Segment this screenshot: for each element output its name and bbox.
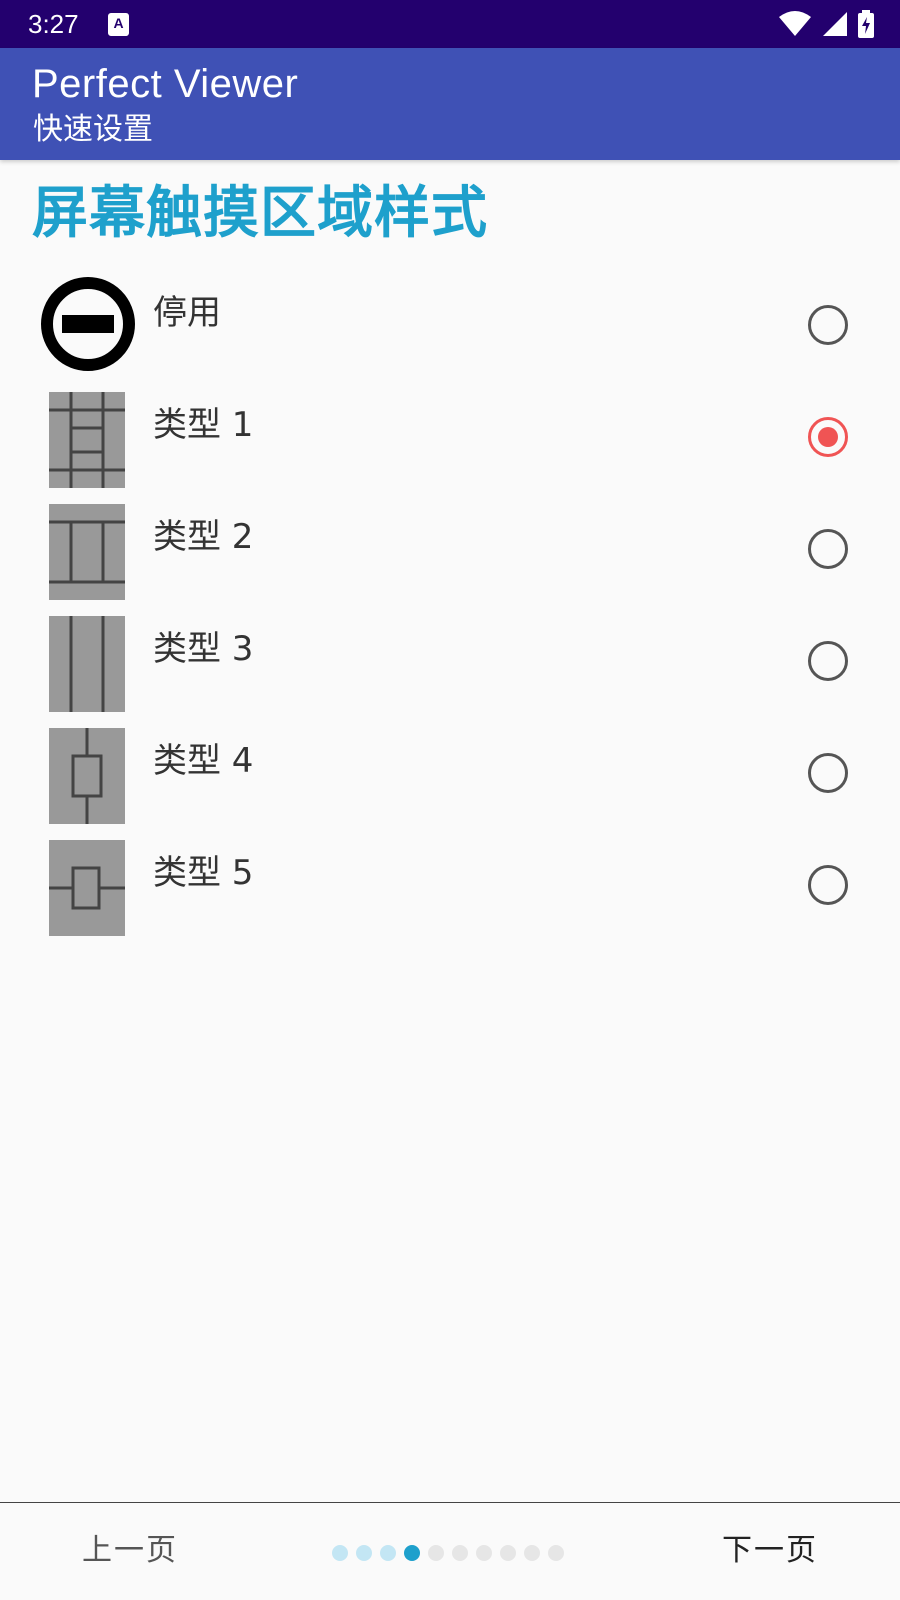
- page-dot: [524, 1545, 540, 1561]
- option-label: 类型 3: [153, 629, 254, 669]
- battery-charging-icon: [858, 10, 874, 38]
- option-label: 类型 4: [153, 741, 254, 781]
- app-subtitle: 快速设置: [33, 112, 153, 147]
- status-bar: 3:27 A: [0, 0, 900, 48]
- page-dot: [476, 1545, 492, 1561]
- page-dot-current: [404, 1545, 420, 1561]
- option-label: 类型 5: [153, 853, 254, 893]
- page-dot: [356, 1545, 372, 1561]
- app-bar: Perfect Viewer 快速设置: [0, 48, 900, 160]
- touch-layout-type4-icon: [49, 728, 125, 824]
- touch-area-style-list: 停用 类型 1 类型 2 类型 3 类型 4 类型 5: [0, 268, 900, 940]
- page-indicator: [332, 1544, 564, 1562]
- page-dot: [548, 1545, 564, 1561]
- bottom-navigation-bar: 上一页 下一页: [0, 1502, 900, 1600]
- page-dot: [332, 1545, 348, 1561]
- radio-button[interactable]: [808, 529, 848, 569]
- touch-layout-type3-icon: [49, 616, 125, 712]
- page-dot: [452, 1545, 468, 1561]
- section-title: 屏幕触摸区域样式: [32, 181, 488, 246]
- option-label: 类型 2: [153, 517, 254, 557]
- option-row-type-1[interactable]: 类型 1: [0, 380, 900, 492]
- radio-button-selected[interactable]: [808, 417, 848, 457]
- option-row-type-5[interactable]: 类型 5: [0, 828, 900, 940]
- touch-layout-type2-icon: [49, 504, 125, 600]
- option-row-type-3[interactable]: 类型 3: [0, 604, 900, 716]
- keyboard-notification-icon: A: [108, 13, 129, 36]
- wifi-icon: [779, 11, 811, 36]
- app-title: Perfect Viewer: [32, 62, 299, 106]
- radio-button[interactable]: [808, 865, 848, 905]
- touch-layout-type5-icon: [49, 840, 125, 936]
- previous-page-button[interactable]: 上一页: [60, 1529, 200, 1573]
- next-page-button[interactable]: 下一页: [700, 1529, 840, 1573]
- cell-signal-icon: [823, 12, 847, 36]
- status-icons: [778, 10, 874, 38]
- page-dot: [380, 1545, 396, 1561]
- option-row-type-2[interactable]: 类型 2: [0, 492, 900, 604]
- page-dot: [500, 1545, 516, 1561]
- option-row-type-4[interactable]: 类型 4: [0, 716, 900, 828]
- touch-layout-type1-icon: [49, 392, 125, 488]
- option-row-disable[interactable]: 停用: [0, 268, 900, 380]
- status-time: 3:27: [28, 9, 79, 39]
- disable-icon: [41, 277, 135, 371]
- radio-button[interactable]: [808, 305, 848, 345]
- page-dot: [428, 1545, 444, 1561]
- radio-button[interactable]: [808, 753, 848, 793]
- option-label: 类型 1: [153, 405, 254, 445]
- option-label: 停用: [153, 293, 221, 333]
- radio-button[interactable]: [808, 641, 848, 681]
